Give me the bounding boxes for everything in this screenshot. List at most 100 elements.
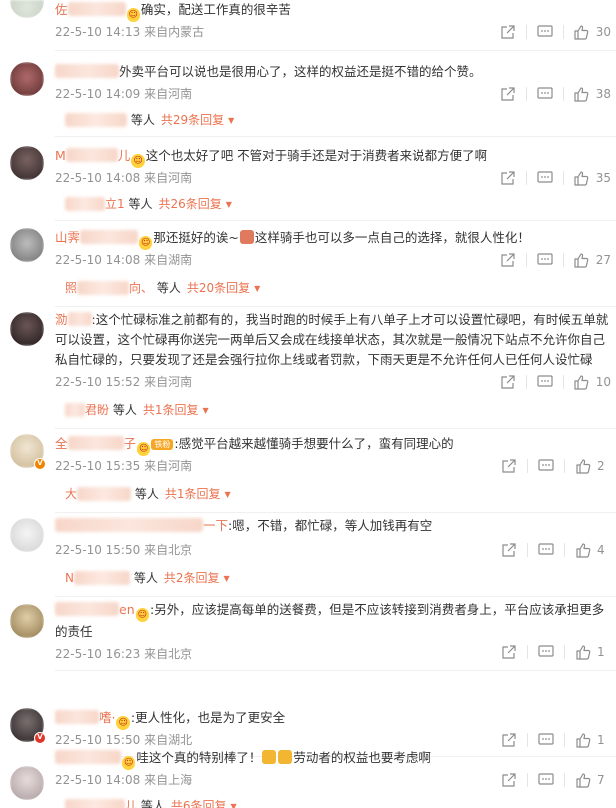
emoji-icon: ☺ <box>139 236 153 250</box>
reply-summary[interactable]: 等人 共29条回复 ▼ <box>65 112 234 129</box>
reply-total-link[interactable]: 共29条回复 <box>161 113 224 127</box>
comment-actions: 4 <box>500 542 611 558</box>
username[interactable] <box>55 64 119 79</box>
comment-icon[interactable] <box>537 542 555 558</box>
comment-actions: 1 <box>500 732 611 748</box>
like-icon[interactable] <box>574 458 592 474</box>
comment-icon[interactable] <box>536 170 554 186</box>
comment-icon[interactable] <box>537 732 555 748</box>
comment-actions: 7 <box>500 772 611 788</box>
comment-source: 来自河南 <box>144 87 193 101</box>
avatar[interactable] <box>10 0 44 18</box>
avatar[interactable] <box>10 312 44 346</box>
comment-icon[interactable] <box>537 644 555 660</box>
comment-date: 22-5-10 14:13 <box>55 25 141 39</box>
verified-badge-icon: V <box>34 458 46 470</box>
like-icon[interactable] <box>574 542 592 558</box>
comment-icon[interactable] <box>536 24 554 40</box>
comment-date: 22-5-10 14:08 <box>55 773 141 787</box>
like-icon[interactable] <box>573 252 591 268</box>
reply-total-link[interactable]: 共6条回复 <box>171 799 227 808</box>
username[interactable]: 嗜· <box>55 710 115 725</box>
chevron-down-icon: ▼ <box>225 200 232 209</box>
share-icon[interactable] <box>499 170 517 186</box>
avatar[interactable] <box>10 146 44 180</box>
reply-summary[interactable]: 大 等人 共1条回复 ▼ <box>65 486 231 503</box>
like-icon[interactable] <box>574 772 592 788</box>
username[interactable]: M儿 <box>55 148 130 163</box>
comment-source: 来自河南 <box>144 375 193 389</box>
reply-summary[interactable]: 照向、 等人 共20条回复 ▼ <box>65 280 260 297</box>
reply-total-link[interactable]: 共1条回复 <box>143 403 199 417</box>
username[interactable]: 佐 <box>55 2 126 17</box>
share-icon[interactable] <box>499 86 517 102</box>
sticker-icon <box>278 750 293 764</box>
like-count: 38 <box>595 87 611 101</box>
comment-text: 佐 ☺ 确实，配送工作真的很辛苦 <box>55 2 291 22</box>
comment-text: M 儿 ☺ 这个也太好了吧 不管对于骑手还是对于消费者来说都方便了啊 <box>55 148 488 168</box>
avatar[interactable] <box>10 62 44 96</box>
comment-icon[interactable] <box>536 374 554 390</box>
like-count: 35 <box>595 171 611 185</box>
reply-summary[interactable]: 儿 等人 共6条回复 ▼ <box>65 798 237 808</box>
like-count: 4 <box>597 543 605 557</box>
username[interactable] <box>55 750 121 765</box>
like-count: 1 <box>597 733 605 747</box>
emoji-icon: ☺ <box>126 8 140 22</box>
username[interactable]: en <box>55 602 135 617</box>
like-count: 1 <box>597 645 605 659</box>
reply-summary[interactable]: N 等人 共2条回复 ▼ <box>65 570 230 587</box>
comment-text: ☺ 哇这个真的特别棒了！ 劳动者的权益也要考虑啊 <box>55 748 610 770</box>
reply-summary[interactable]: 立1 等人 共26条回复 ▼ <box>65 196 232 213</box>
share-icon[interactable] <box>500 732 518 748</box>
like-icon[interactable] <box>573 86 591 102</box>
share-icon[interactable] <box>499 252 517 268</box>
comment-actions: 10 <box>499 374 611 390</box>
like-count: 10 <box>595 375 611 389</box>
comment-source: 来自河南 <box>144 171 193 185</box>
share-icon[interactable] <box>500 644 518 660</box>
reply-total-link[interactable]: 共20条回复 <box>187 281 250 295</box>
avatar[interactable] <box>10 604 44 638</box>
like-count: 2 <box>597 459 605 473</box>
reply-total-link[interactable]: 共26条回复 <box>158 197 221 211</box>
emoji-icon: ☺ <box>116 716 130 730</box>
comment-text: 泐:这个忙碌标准之前都有的，我当时跑的时候手上有八单子上才可以设置忙碌吧，有时候… <box>55 312 609 367</box>
like-icon[interactable] <box>573 374 591 390</box>
comment-source: 来自北京 <box>144 543 193 557</box>
comment-actions: 27 <box>499 252 611 268</box>
comment-icon[interactable] <box>537 458 555 474</box>
like-count: 7 <box>597 773 605 787</box>
share-icon[interactable] <box>500 458 518 474</box>
comment-icon[interactable] <box>536 252 554 268</box>
like-icon[interactable] <box>573 170 591 186</box>
username[interactable]: 一下 <box>55 518 228 533</box>
comment-source: 来自北京 <box>144 647 193 661</box>
comment-icon[interactable] <box>536 86 554 102</box>
username[interactable]: 全子 <box>55 436 136 451</box>
comment-text: 嗜· ☺:更人性化，也是为了更安全 <box>55 708 610 730</box>
comment-date: 22-5-10 15:35 <box>55 459 141 473</box>
comment-icon[interactable] <box>537 772 555 788</box>
comment-actions: 2 <box>500 458 611 474</box>
reply-total-link[interactable]: 共1条回复 <box>165 487 221 501</box>
share-icon[interactable] <box>500 542 518 558</box>
share-icon[interactable] <box>499 374 517 390</box>
like-icon[interactable] <box>574 644 592 660</box>
username[interactable]: 泐 <box>55 312 92 327</box>
chevron-down-icon: ▼ <box>254 284 261 293</box>
avatar[interactable] <box>10 518 44 552</box>
chevron-down-icon: ▼ <box>202 406 209 415</box>
reply-total-link[interactable]: 共2条回复 <box>164 571 220 585</box>
avatar[interactable] <box>10 766 44 800</box>
comment-text: 全子 ☺ 铁粉:感觉平台越来越懂骑手想要什么了，蛮有同理心的 <box>55 436 454 456</box>
share-icon[interactable] <box>499 24 517 40</box>
username[interactable]: 山霁 <box>55 230 139 245</box>
avatar[interactable] <box>10 228 44 262</box>
comment-date: 22-5-10 15:52 <box>55 375 141 389</box>
comment-feed: 佐 ☺ 确实，配送工作真的很辛苦 22-5-10 14:13 来自内蒙古 30 外卖… <box>0 0 616 808</box>
share-icon[interactable] <box>500 772 518 788</box>
reply-summary[interactable]: 君盼 等人 共1条回复 ▼ <box>65 402 209 419</box>
like-icon[interactable] <box>573 24 591 40</box>
like-icon[interactable] <box>574 732 592 748</box>
